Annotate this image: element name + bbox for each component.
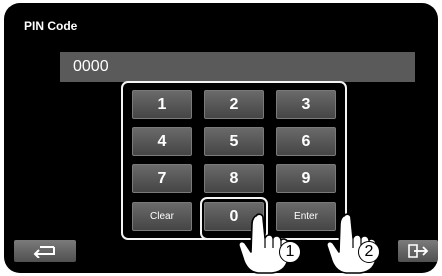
key-6[interactable]: 6: [276, 127, 336, 156]
key-3[interactable]: 3: [276, 90, 336, 119]
key-7[interactable]: 7: [132, 164, 192, 193]
back-button[interactable]: [14, 240, 76, 262]
key-label: 6: [301, 132, 311, 150]
key-label: 5: [229, 132, 239, 150]
key-5[interactable]: 5: [204, 127, 264, 156]
clear-label: Clear: [150, 211, 174, 222]
key-1[interactable]: 1: [132, 90, 192, 119]
key-label: 1: [157, 95, 167, 113]
key-label: 4: [157, 132, 167, 150]
key-label: 3: [301, 95, 311, 113]
step-callout-2: 2: [358, 241, 380, 263]
key-label: 7: [157, 169, 167, 187]
exit-door-icon: [408, 244, 429, 258]
key-label: 9: [301, 169, 311, 187]
enter-label: Enter: [294, 211, 318, 222]
pin-display: 0000: [60, 52, 415, 82]
key-label: 8: [229, 169, 239, 187]
page-title: PIN Code: [24, 19, 78, 33]
step-callout-1: 1: [279, 241, 301, 263]
key-2[interactable]: 2: [204, 90, 264, 119]
exit-button[interactable]: [398, 240, 438, 262]
back-arrow-icon: [33, 246, 55, 258]
key-8[interactable]: 8: [204, 164, 264, 193]
key-9[interactable]: 9: [276, 164, 336, 193]
clear-button[interactable]: Clear: [132, 202, 192, 231]
key-label: 2: [229, 95, 239, 113]
key-4[interactable]: 4: [132, 127, 192, 156]
